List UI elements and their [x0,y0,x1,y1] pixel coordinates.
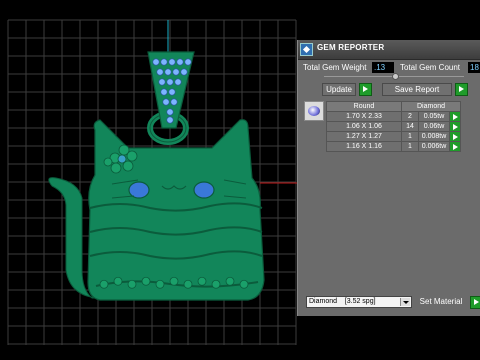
left-eye-gem[interactable] [128,181,150,199]
right-eye-gem[interactable] [193,181,215,199]
row-select-arrow-icon[interactable] [449,141,461,152]
bead [225,276,235,286]
bail-gem [180,68,188,76]
bail-gem [172,68,180,76]
material-select[interactable]: Diamond [3.52 spg] [306,296,412,308]
bead [239,279,249,289]
cell-count: 1 [401,131,419,142]
header-material: Diamond [401,101,461,112]
bead [155,279,165,289]
cell-weight: 0.006tw [418,141,450,152]
panel-titlebar[interactable]: GEM REPORTER [298,40,480,60]
bail-gem [168,58,176,66]
scale-slider[interactable] [324,73,464,80]
gem-reporter-panel: GEM REPORTER Total Gem Weight .13 Total … [297,40,480,316]
bail-gem [160,88,168,96]
save-report-arrow-icon[interactable] [455,83,468,96]
bead [169,276,179,286]
save-report-button[interactable]: Save Report [382,83,452,96]
bail-gem [166,116,174,124]
bail-gem [156,68,164,76]
bead [127,279,137,289]
bead [99,279,109,289]
update-arrow-icon[interactable] [359,83,372,96]
bail-gem [152,58,160,66]
bead [113,276,123,286]
actions-row: Update Save Report [298,83,480,97]
material-row: Diamond [3.52 spg] Set Material [298,296,480,310]
bail-gem [184,58,192,66]
total-gem-count-value: 18 [468,62,480,73]
table-row[interactable]: 1.06 X 1.06 14 0.06tw [326,121,461,132]
bead [183,279,193,289]
bead [211,279,221,289]
bail-gem [166,78,174,86]
table-header-row: Round Diamond [326,101,461,112]
table-row[interactable]: 1.16 X 1.16 1 0.006tw [326,141,461,152]
header-cut: Round [326,101,402,112]
cell-count: 1 [401,141,419,152]
row-select-arrow-icon[interactable] [449,121,461,132]
bead [197,276,207,286]
table-row[interactable]: 1.70 X 2.33 2 0.05tw [326,111,461,122]
bail-gem [160,58,168,66]
bail-gem [174,78,182,86]
update-button[interactable]: Update [322,83,356,96]
slider-knob[interactable] [392,73,399,80]
gem-thumbnail[interactable] [304,101,324,121]
bail-gem [164,68,172,76]
total-gem-weight-value: .13 [372,62,394,73]
cell-count: 2 [401,111,419,122]
table-row[interactable]: 1.27 X 1.27 1 0.008tw [326,131,461,142]
set-material-button[interactable]: Set Material [416,296,466,309]
totals-row: Total Gem Weight .13 Total Gem Count 18 [298,61,480,75]
gem-reporter-logo-icon [300,43,313,56]
bail-gem [168,88,176,96]
panel-title: GEM REPORTER [317,43,385,52]
gem-report-table: Round Diamond 1.70 X 2.33 2 0.05tw 1.06 … [326,101,461,152]
chevron-down-icon[interactable] [400,298,410,306]
material-select-value: Diamond [3.52 spg] [309,298,376,305]
bail-gem [176,58,184,66]
cell-size: 1.27 X 1.27 [326,131,402,142]
cell-weight: 0.05tw [418,111,450,122]
cell-size: 1.16 X 1.16 [326,141,402,152]
cell-size: 1.06 X 1.06 [326,121,402,132]
cell-size: 1.70 X 2.33 [326,111,402,122]
bail-gem [166,108,174,116]
row-select-arrow-icon[interactable] [449,131,461,142]
bail-gem [170,98,178,106]
bail-gem [158,78,166,86]
row-select-arrow-icon[interactable] [449,111,461,122]
cell-weight: 0.008tw [418,131,450,142]
bead [141,276,151,286]
set-material-arrow-icon[interactable] [470,296,480,309]
cell-count: 14 [401,121,419,132]
bail-gem [162,98,170,106]
cat-pendant-model[interactable] [48,51,265,301]
total-gem-weight-label: Total Gem Weight [303,63,367,72]
cell-weight: 0.06tw [418,121,450,132]
round-gem-icon [308,106,320,116]
total-gem-count-label: Total Gem Count [400,63,461,72]
